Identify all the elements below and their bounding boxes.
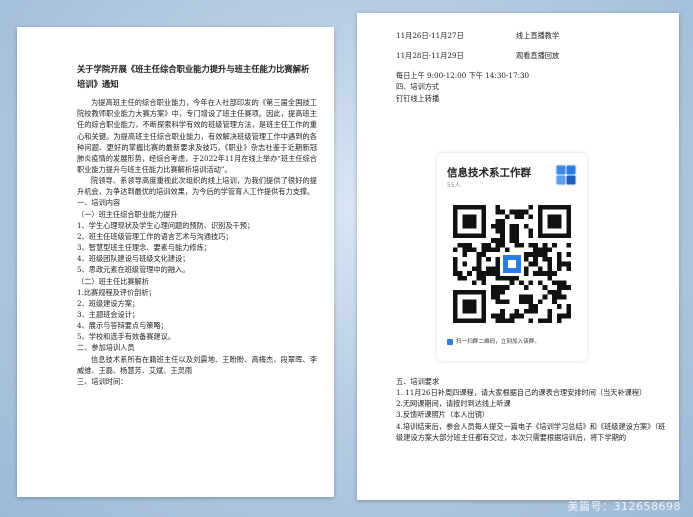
list-item: 5、思政元素在班级管理中的融入。 <box>77 265 190 275</box>
intro-paragraph: 为提高班主任的综合职业能力，今年在人社部印发的《第三届全国技工院校教师职业能力大… <box>77 98 317 174</box>
schedule-dates: 11月28日-11月29日 <box>396 51 464 61</box>
group-avatar-icon <box>555 164 577 186</box>
section-heading: 五、培训要求 <box>396 377 440 386</box>
requirement-item: 2.无网课期间，请按时到达线上听课 <box>396 399 511 409</box>
participants-paragraph: 信息技术系所有在籍班主任以及刘震地、王盼盼、高梅杰、段翠晖、李威维、王磊、杨慧芳… <box>77 354 317 375</box>
intro-paragraph: 院领导、系领导高度重视此次组织的线上培训，为我们提供了很好的提升机会，为争达到最… <box>77 176 317 197</box>
left-document-page: 关于学院开展《班主任综合职业能力提升与班主任能力比赛解析培训》通知 为提高班主任… <box>17 27 334 497</box>
list-item: 5、学校和选手有效备赛建议。 <box>77 332 176 342</box>
scan-icon <box>447 339 453 346</box>
right-document-page: 11月26日-11月27日 线上直播教学 11月28日-11月29日 观看直播回… <box>357 13 679 500</box>
requirements-section: 五、培训要求 1. 11月26日补周四课程，请大家根据自己的课表合理安排时间（当… <box>396 376 671 443</box>
qr-hint-text: 扫一扫群二维码，立刻加入该群。 <box>456 339 540 345</box>
requirement-item: 1. 11月26日补周四课程，请大家根据自己的课表合理安排时间（当天补课程） <box>396 388 647 398</box>
watermark: 美篇号：312658698 <box>567 500 681 513</box>
list-item: 3、智慧型班主任理念、要素与能力修炼； <box>77 243 211 253</box>
section-heading: 一、培训内容 <box>77 198 121 208</box>
right-page-content: 11月26日-11月27日 线上直播教学 11月28日-11月29日 观看直播回… <box>396 30 666 104</box>
left-page-content: 关于学院开展《班主任综合职业能力提升与班主任能力比赛解析培训》通知 为提高班主任… <box>77 62 317 387</box>
schedule-mode: 观看直播回放 <box>516 51 560 61</box>
list-item: 3、主题班会设计； <box>77 310 140 319</box>
list-item: 2、班级建设方案； <box>77 298 140 308</box>
requirement-item: 3.反馈听课照片（本人出镜） <box>396 410 490 420</box>
list-item: 2、班主任班级管理工作的语言艺术与沟通技巧； <box>77 231 233 241</box>
section-heading: 二、参加培训人员 <box>77 343 135 353</box>
schedule-row: 11月26日-11月27日 线上直播教学 <box>396 30 666 41</box>
group-member-count: 55人 <box>447 182 461 189</box>
schedule-mode: 线上直播教学 <box>516 31 560 40</box>
notice-title: 关于学院开展《班主任综合职业能力提升与班主任能力比赛解析培训》通知 <box>77 64 310 89</box>
section-heading: 四、培训方式 <box>396 82 440 92</box>
subsection-heading: （一）班主任综合职业能力提升 <box>77 209 178 219</box>
subsection-heading: （二）班主任比赛解析 <box>77 276 149 286</box>
section-heading: 三、培训时间： <box>77 376 128 386</box>
list-item: 4、展示与答辩要点与策略； <box>77 321 168 331</box>
training-method: 钉钉线上转播 <box>396 93 440 103</box>
qr-hint: 扫一扫群二维码，立刻加入该群。 <box>447 338 540 347</box>
list-item: 1.比赛规程及评价剖析； <box>77 287 156 297</box>
group-qr-card: 信息技术系工作群 55人 扫一扫群二维码，立刻加入该群。 <box>437 153 587 361</box>
list-item: 4、班级团队建设与班级文化建设； <box>77 254 190 264</box>
daily-time: 每日上午 9:00-12:00 下午 14:30-17:30 <box>396 71 530 81</box>
schedule-row: 11月28日-11月29日 观看直播回放 <box>396 50 666 61</box>
schedule-dates: 11月26日-11月27日 <box>396 31 464 40</box>
requirement-item: 4.培训结束后，参会人员每人提交一篇电子《培训学习总结》和《班级建设方案》（班级… <box>396 421 666 442</box>
group-name: 信息技术系工作群 <box>447 167 531 179</box>
qr-code-icon[interactable] <box>453 205 571 323</box>
list-item: 1、学生心理现状及学生心理问题的预防、识别及干预； <box>77 220 255 230</box>
